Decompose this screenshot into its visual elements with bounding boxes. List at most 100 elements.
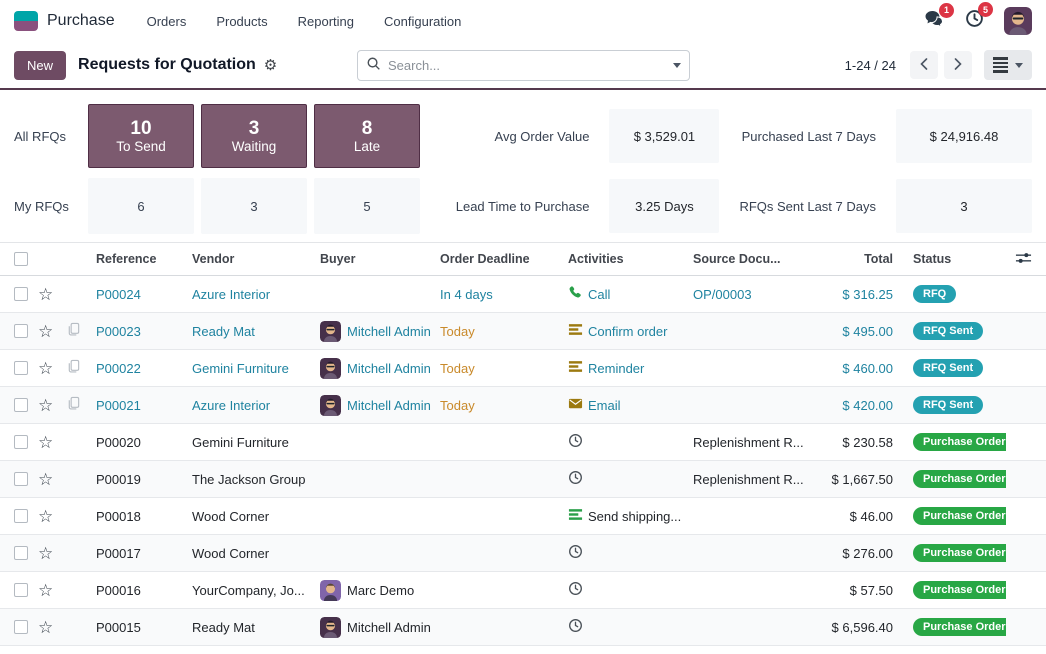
col-total[interactable]: Total bbox=[805, 243, 905, 276]
favorite-star-icon[interactable]: ☆ bbox=[38, 507, 53, 526]
row-checkbox[interactable] bbox=[14, 583, 28, 597]
col-reference[interactable]: Reference bbox=[96, 243, 192, 276]
search-dropdown-caret-icon[interactable] bbox=[673, 63, 681, 68]
col-source-document[interactable]: Source Docu... bbox=[693, 243, 805, 276]
buyer-name[interactable]: Marc Demo bbox=[347, 583, 414, 598]
favorite-star-icon[interactable]: ☆ bbox=[38, 359, 53, 378]
activity-label[interactable]: Call bbox=[588, 287, 610, 302]
clock-icon[interactable] bbox=[568, 581, 583, 599]
phone-icon[interactable] bbox=[568, 285, 583, 303]
reference-link[interactable]: P00017 bbox=[96, 546, 141, 561]
stat-box-my-to-send[interactable]: 6 bbox=[88, 178, 194, 234]
col-vendor[interactable]: Vendor bbox=[192, 243, 320, 276]
vendor-name[interactable]: Gemini Furniture bbox=[192, 435, 289, 450]
reference-link[interactable]: P00020 bbox=[96, 435, 141, 450]
row-checkbox[interactable] bbox=[14, 620, 28, 634]
buyer-name[interactable]: Mitchell Admin bbox=[347, 620, 431, 635]
col-buyer[interactable]: Buyer bbox=[320, 243, 440, 276]
buyer-name[interactable]: Mitchell Admin bbox=[347, 361, 431, 376]
col-order-deadline[interactable]: Order Deadline bbox=[440, 243, 568, 276]
user-avatar[interactable] bbox=[1004, 7, 1032, 35]
gear-icon[interactable]: ⚙ bbox=[264, 56, 277, 74]
view-switcher-button[interactable] bbox=[984, 50, 1032, 80]
app-name[interactable]: Purchase bbox=[47, 12, 115, 30]
tasks-icon[interactable] bbox=[568, 507, 583, 525]
row-checkbox[interactable] bbox=[14, 287, 28, 301]
favorite-star-icon[interactable]: ☆ bbox=[38, 470, 53, 489]
table-row[interactable]: ☆ P00020 Gemini Furniture Replenishment … bbox=[0, 424, 1046, 461]
favorite-star-icon[interactable]: ☆ bbox=[38, 396, 53, 415]
table-row[interactable]: ☆ P00016 YourCompany, Jo... Marc Demo $ … bbox=[0, 572, 1046, 609]
reference-link[interactable]: P00015 bbox=[96, 620, 141, 635]
favorite-star-icon[interactable]: ☆ bbox=[38, 285, 53, 304]
reference-link[interactable]: P00023 bbox=[96, 324, 141, 339]
stat-box-my-late[interactable]: 5 bbox=[314, 178, 420, 234]
stat-box-to-send[interactable]: 10 To Send bbox=[88, 104, 194, 168]
duplicate-icon[interactable] bbox=[66, 399, 81, 414]
search-input[interactable] bbox=[388, 58, 673, 73]
row-checkbox[interactable] bbox=[14, 398, 28, 412]
pager-range[interactable]: 1-24 / 24 bbox=[845, 58, 896, 73]
messages-button[interactable]: 1 bbox=[924, 10, 945, 33]
col-status[interactable]: Status bbox=[905, 243, 1006, 276]
menu-reporting[interactable]: Reporting bbox=[298, 14, 354, 29]
favorite-star-icon[interactable]: ☆ bbox=[38, 322, 53, 341]
odoo-app-logo[interactable] bbox=[14, 11, 38, 31]
optional-columns-sliders-icon[interactable] bbox=[1015, 254, 1032, 268]
pager-previous-button[interactable] bbox=[910, 51, 938, 79]
stat-box-waiting[interactable]: 3 Waiting bbox=[201, 104, 307, 168]
row-checkbox[interactable] bbox=[14, 472, 28, 486]
vendor-name[interactable]: Ready Mat bbox=[192, 324, 255, 339]
vendor-name[interactable]: Azure Interior bbox=[192, 398, 270, 413]
new-button[interactable]: New bbox=[14, 51, 66, 80]
reference-link[interactable]: P00024 bbox=[96, 287, 141, 302]
row-checkbox[interactable] bbox=[14, 509, 28, 523]
row-checkbox[interactable] bbox=[14, 546, 28, 560]
favorite-star-icon[interactable]: ☆ bbox=[38, 581, 53, 600]
reference-link[interactable]: P00016 bbox=[96, 583, 141, 598]
favorite-star-icon[interactable]: ☆ bbox=[38, 433, 53, 452]
vendor-name[interactable]: Gemini Furniture bbox=[192, 361, 289, 376]
buyer-name[interactable]: Mitchell Admin bbox=[347, 324, 431, 339]
duplicate-icon[interactable] bbox=[66, 325, 81, 340]
buyer-name[interactable]: Mitchell Admin bbox=[347, 398, 431, 413]
table-row[interactable]: ☆ P00017 Wood Corner $ 276.00 Purchase O… bbox=[0, 535, 1046, 572]
menu-orders[interactable]: Orders bbox=[147, 14, 187, 29]
activity-label[interactable]: Email bbox=[588, 398, 621, 413]
table-row[interactable]: ☆ P00018 Wood Corner Send shipping... $ … bbox=[0, 498, 1046, 535]
activities-button[interactable]: 5 bbox=[965, 9, 984, 33]
row-checkbox[interactable] bbox=[14, 361, 28, 375]
favorite-star-icon[interactable]: ☆ bbox=[38, 544, 53, 563]
tasks-icon[interactable] bbox=[568, 359, 583, 377]
table-row[interactable]: ☆ P00023 Ready Mat Mitchell Admin Today … bbox=[0, 313, 1046, 350]
vendor-name[interactable]: Wood Corner bbox=[192, 509, 269, 524]
reference-link[interactable]: P00018 bbox=[96, 509, 141, 524]
row-checkbox[interactable] bbox=[14, 324, 28, 338]
duplicate-icon[interactable] bbox=[66, 362, 81, 377]
vendor-name[interactable]: Azure Interior bbox=[192, 287, 270, 302]
table-row[interactable]: ☆ P00019 The Jackson Group Replenishment… bbox=[0, 461, 1046, 498]
table-row[interactable]: ☆ P00024 Azure Interior In 4 days Call O… bbox=[0, 276, 1046, 313]
clock-icon[interactable] bbox=[568, 470, 583, 488]
activity-label[interactable]: Send shipping... bbox=[588, 509, 681, 524]
source-document[interactable]: OP/00003 bbox=[693, 287, 752, 302]
pager-next-button[interactable] bbox=[944, 51, 972, 79]
activity-label[interactable]: Reminder bbox=[588, 361, 644, 376]
search-bar[interactable] bbox=[357, 50, 690, 81]
tasks-icon[interactable] bbox=[568, 322, 583, 340]
col-activities[interactable]: Activities bbox=[568, 243, 693, 276]
vendor-name[interactable]: The Jackson Group bbox=[192, 472, 305, 487]
activity-label[interactable]: Confirm order bbox=[588, 324, 667, 339]
vendor-name[interactable]: YourCompany, Jo... bbox=[192, 583, 305, 598]
table-row[interactable]: ☆ P00021 Azure Interior Mitchell Admin T… bbox=[0, 387, 1046, 424]
menu-configuration[interactable]: Configuration bbox=[384, 14, 461, 29]
reference-link[interactable]: P00022 bbox=[96, 361, 141, 376]
table-row[interactable]: ☆ P00015 Ready Mat Mitchell Admin $ 6,59… bbox=[0, 609, 1046, 646]
clock-icon[interactable] bbox=[568, 433, 583, 451]
reference-link[interactable]: P00019 bbox=[96, 472, 141, 487]
select-all-checkbox[interactable] bbox=[14, 252, 28, 266]
clock-icon[interactable] bbox=[568, 544, 583, 562]
favorite-star-icon[interactable]: ☆ bbox=[38, 618, 53, 637]
stat-box-late[interactable]: 8 Late bbox=[314, 104, 420, 168]
envelope-icon[interactable] bbox=[568, 396, 583, 414]
